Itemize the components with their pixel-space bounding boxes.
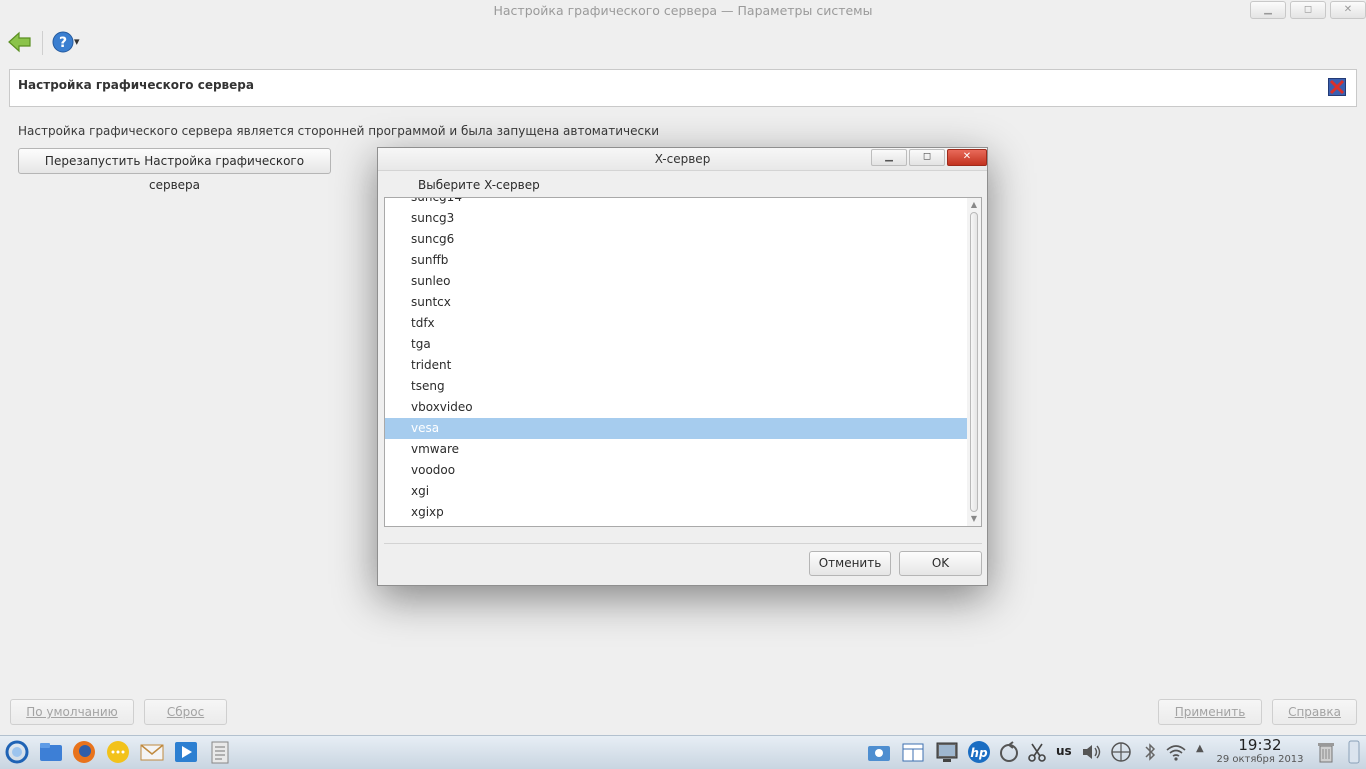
screenshot-tray-icon[interactable]	[866, 739, 892, 765]
svg-text:hp: hp	[970, 746, 988, 760]
volume-icon[interactable]	[1079, 739, 1105, 765]
xorg-x-icon	[1328, 78, 1346, 96]
taskbar: hp us ▲ 19:32 29 октября 2013	[0, 735, 1366, 769]
svg-text:?: ?	[59, 35, 67, 51]
xserver-list-item[interactable]: vmware	[385, 439, 967, 460]
xserver-list-item[interactable]: xgixp	[385, 502, 967, 523]
cancel-button[interactable]: Отменить	[809, 551, 891, 576]
xserver-dialog: X-сервер ▁ ◻ ✕ Выберите X-сервер suncg14…	[377, 147, 988, 586]
restart-button[interactable]: Перезапустить Настройка графического сер…	[18, 148, 331, 192]
clock-date: 29 октября 2013	[1216, 754, 1304, 765]
dialog-maximize-button[interactable]: ◻	[909, 149, 945, 166]
xserver-list-item[interactable]: xgi	[385, 481, 967, 502]
trash-icon[interactable]	[1313, 739, 1339, 765]
file-manager-icon[interactable]	[38, 739, 64, 765]
xserver-list-item[interactable]: suntcx	[385, 292, 967, 313]
toolbar: ? ▾	[0, 24, 1366, 62]
dialog-separator	[384, 543, 982, 544]
dialog-titlebar: X-сервер ▁ ◻ ✕	[378, 148, 987, 171]
window-minimize-button[interactable]: ▁	[1250, 1, 1286, 19]
help-dropdown-arrow: ▾	[74, 35, 80, 48]
network-icon[interactable]	[1108, 739, 1134, 765]
xserver-list-item[interactable]: tga	[385, 334, 967, 355]
hp-tray-icon[interactable]: hp	[966, 739, 992, 765]
window-close-button[interactable]: ✕	[1330, 1, 1366, 19]
display-tray-icon[interactable]	[934, 739, 960, 765]
scissors-tray-icon[interactable]	[1024, 739, 1050, 765]
show-desktop-button[interactable]	[1347, 739, 1361, 765]
bluetooth-icon[interactable]	[1137, 739, 1163, 765]
xserver-list-item[interactable]: tdfx	[385, 313, 967, 334]
xserver-list-item[interactable]: sunleo	[385, 271, 967, 292]
toolbar-separator	[42, 31, 43, 55]
mail-icon[interactable]	[139, 739, 165, 765]
keyboard-layout-indicator[interactable]: us	[1056, 744, 1072, 758]
tray-expand-arrow-icon[interactable]: ▲	[1196, 743, 1204, 754]
scrollbar-thumb[interactable]	[970, 212, 978, 512]
module-title: Настройка графического сервера	[18, 78, 254, 92]
xserver-list-item[interactable]: trident	[385, 355, 967, 376]
module-header: Настройка графического сервера	[9, 69, 1357, 107]
reset-button[interactable]: Сброс	[144, 699, 227, 725]
xserver-list-item[interactable]: suncg6	[385, 229, 967, 250]
firefox-icon[interactable]	[71, 739, 97, 765]
scroll-up-arrow-icon[interactable]: ▲	[967, 199, 981, 211]
help-footer-button[interactable]: Справка	[1272, 699, 1357, 725]
list-scrollbar[interactable]: ▲ ▼	[967, 198, 981, 526]
back-arrow-icon	[8, 31, 31, 53]
xserver-list-label: Выберите X-сервер	[418, 178, 540, 192]
messenger-icon[interactable]	[105, 739, 131, 765]
xserver-list-item[interactable]: tseng	[385, 376, 967, 397]
xserver-list-item[interactable]: vesa	[385, 418, 967, 439]
wifi-icon[interactable]	[1163, 739, 1189, 765]
window-title: Настройка графического сервера — Парамет…	[493, 3, 873, 18]
ok-button[interactable]: OK	[899, 551, 982, 576]
clock-time[interactable]: 19:32	[1214, 736, 1306, 754]
windows-tray-icon[interactable]	[900, 739, 926, 765]
xserver-list-item[interactable]: suncg14	[385, 198, 967, 208]
info-text: Настройка графического сервера является …	[18, 124, 660, 138]
help-button[interactable]: ? ▾	[51, 30, 85, 54]
xserver-list-items: suncg14 suncg3 suncg6 sunffb sunleo suntcx tdf…	[385, 198, 967, 523]
xserver-list-item[interactable]: voodoo	[385, 460, 967, 481]
xserver-list-item[interactable]: vboxvideo	[385, 397, 967, 418]
start-menu-icon[interactable]	[4, 739, 30, 765]
media-player-icon[interactable]	[173, 739, 199, 765]
back-button[interactable]	[7, 30, 33, 54]
dialog-close-button[interactable]: ✕	[947, 149, 987, 166]
defaults-button[interactable]: По умолчанию	[10, 699, 134, 725]
xserver-list-item[interactable]: sunffb	[385, 250, 967, 271]
apply-button[interactable]: Применить	[1158, 699, 1262, 725]
window-maximize-button[interactable]: ◻	[1290, 1, 1326, 19]
xserver-list[interactable]: suncg14 suncg3 suncg6 sunffb sunleo suntcx tdf…	[384, 197, 982, 527]
xserver-list-item[interactable]: suncg3	[385, 208, 967, 229]
dialog-minimize-button[interactable]: ▁	[871, 149, 907, 166]
sync-tray-icon[interactable]	[996, 739, 1022, 765]
help-icon: ?	[52, 31, 74, 53]
document-icon[interactable]	[207, 739, 233, 765]
window-titlebar: Настройка графического сервера — Парамет…	[0, 0, 1366, 24]
scroll-down-arrow-icon[interactable]: ▼	[967, 513, 981, 525]
